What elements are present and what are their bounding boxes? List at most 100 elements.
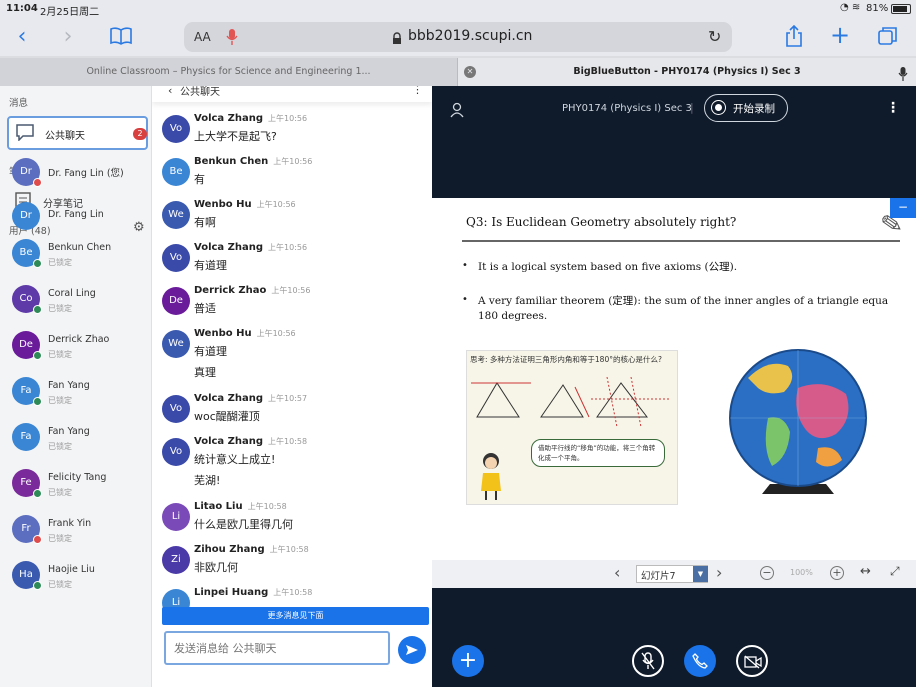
tab-bigbluebutton[interactable]: ✕ BigBlueButton - PHY0174 (Physics I) Se… [458,58,916,86]
user-name: Dr. Fang Lin (您) [48,168,124,179]
tab-bar: Online Classroom – Physics for Science a… [0,58,916,86]
forward-icon[interactable]: › [56,24,80,49]
avatar: We [162,201,190,229]
reload-icon[interactable]: ↻ [708,27,721,46]
avatar: Vo [162,115,190,143]
previous-slide-icon[interactable]: ‹ [614,563,620,582]
avatar: Li [162,503,190,531]
messages-heading: 消息 [9,98,29,109]
chat-panel: ‹ 公共聊天 ⋮ Vo Volca Zhang 上午10:56 上大学不是起飞? Be B… [152,86,432,687]
status-time: 11:04 [6,3,38,14]
user-list-item[interactable]: Fa Fan Yang 已锁定 [0,421,151,461]
chat-message: Vo Volca Zhang 上午10:57 woc醍醐灌顶 [152,393,432,436]
status-badge [33,535,42,544]
mute-mic-button[interactable] [632,645,664,677]
chat-options-icon[interactable]: ⋮ [412,86,423,96]
status-badge [33,397,42,406]
sender-name: Volca Zhang [194,393,264,404]
chat-title: 公共聊天 [180,87,220,98]
bookmarks-icon[interactable] [108,24,134,48]
status-badge [33,259,42,268]
message-time: 上午10:56 [273,157,313,166]
message-text: 普适 [194,302,216,315]
message-text: 有道理 [194,259,227,272]
user-list-item[interactable]: Fa Fan Yang 已锁定 [0,375,151,415]
tab-online-classroom[interactable]: Online Classroom – Physics for Science a… [0,58,458,86]
slide-select[interactable]: 幻灯片7 ▼ [636,565,708,583]
zoom-in-icon[interactable]: + [830,566,844,580]
sender-name: Derrick Zhao [194,285,267,296]
message-sender: Linpei Huang 上午10:58 [194,587,312,598]
more-messages-button[interactable]: 更多消息见下面 [162,607,429,625]
message-sender: Volca Zhang 上午10:56 [194,113,307,124]
address-bar[interactable]: AA bbb2019.scupi.cn ↻ [184,22,732,52]
lock-icon [392,30,402,49]
minimize-presentation-button[interactable]: − [890,198,916,218]
slide-bullet-1: It is a logical system based on five axi… [478,261,738,273]
message-text: 有 [194,173,205,186]
next-slide-icon[interactable]: › [716,563,722,582]
back-icon[interactable]: ‹ [10,24,34,49]
microphone-icon[interactable] [226,28,238,50]
user-list-item[interactable]: Dr Dr. Fang Lin (您) [0,156,151,196]
user-list-item[interactable]: Fr Frank Yin 已锁定 [0,513,151,553]
user-status: 已锁定 [48,396,72,405]
user-list-item[interactable]: Dr Dr. Fang Lin [0,200,151,240]
fullscreen-icon[interactable]: ⤢ [890,564,900,579]
avatar: Vo [162,244,190,272]
zoom-out-icon[interactable]: − [760,566,774,580]
user-list-item[interactable]: Co Coral Ling 已锁定 [0,283,151,323]
hide-chat-icon[interactable]: ‹ [168,86,172,97]
unread-badge: 2 [133,128,147,140]
user-name: Benkun Chen [48,242,112,253]
message-sender: Volca Zhang 上午10:58 [194,436,307,447]
user-name: Fan Yang [48,426,90,437]
close-tab-icon[interactable]: ✕ [464,66,476,78]
message-text: 芜湖! [194,474,221,487]
chat-header: ‹ 公共聊天 ⋮ [152,86,432,102]
tabs-overview-icon[interactable] [876,24,900,48]
share-icon[interactable] [782,24,806,48]
user-list-item[interactable]: De Derrick Zhao 已锁定 [0,329,151,369]
new-tab-icon[interactable]: + [828,21,852,49]
record-button[interactable]: 开始录制 [704,94,788,122]
user-status: 已锁定 [48,442,72,451]
chat-message: Li Litao Liu 上午10:58 什么是欧几里得几何 [152,501,432,544]
leave-audio-button[interactable] [684,645,716,677]
user-list-toggle-icon[interactable] [450,102,464,122]
send-button[interactable] [398,636,426,664]
sender-name: Benkun Chen [194,156,269,167]
message-time: 上午10:56 [268,114,308,123]
user-status: 已锁定 [48,304,72,313]
chat-message: Zi Zihou Zhang 上午10:58 非欧几何 [152,544,432,587]
globe-image [729,349,867,494]
message-text: 什么是欧几里得几何 [194,518,293,531]
chat-input-area [152,625,432,687]
wifi-icon: ◔ ≋ [840,2,861,13]
public-chat-item[interactable]: 公共聊天 2 [7,116,148,150]
message-time: 上午10:56 [271,286,311,295]
user-list-item[interactable]: Be Benkun Chen 已锁定 [0,237,151,277]
user-list-item[interactable]: Ha Haojie Liu 已锁定 [0,559,151,599]
user-list-item[interactable]: Fe Felicity Tang 已锁定 [0,467,151,507]
chat-message-input[interactable] [164,631,390,665]
message-time: 上午10:58 [268,437,308,446]
message-time: 上午10:58 [247,502,287,511]
message-sender: Derrick Zhao 上午10:56 [194,285,310,296]
actions-plus-button[interactable]: + [452,645,484,677]
user-status: 已锁定 [48,350,72,359]
user-name: Haojie Liu [48,564,95,575]
fit-width-icon[interactable]: ↔ [860,564,871,579]
text-size-button[interactable]: AA [194,30,211,44]
avatar: Fa [12,423,40,451]
message-time: 上午10:56 [256,329,296,338]
user-status: 已锁定 [48,488,72,497]
message-sender: Wenbo Hu 上午10:56 [194,328,296,339]
triangles-drawing [471,377,671,427]
share-webcam-button[interactable] [736,645,768,677]
record-label: 开始录制 [733,103,775,115]
message-time: 上午10:57 [268,394,308,403]
phone-icon [692,653,708,669]
options-icon[interactable]: ⋮ [886,100,900,116]
browser-toolbar: ‹ › AA bbb2019.scupi.cn ↻ + [0,18,916,56]
